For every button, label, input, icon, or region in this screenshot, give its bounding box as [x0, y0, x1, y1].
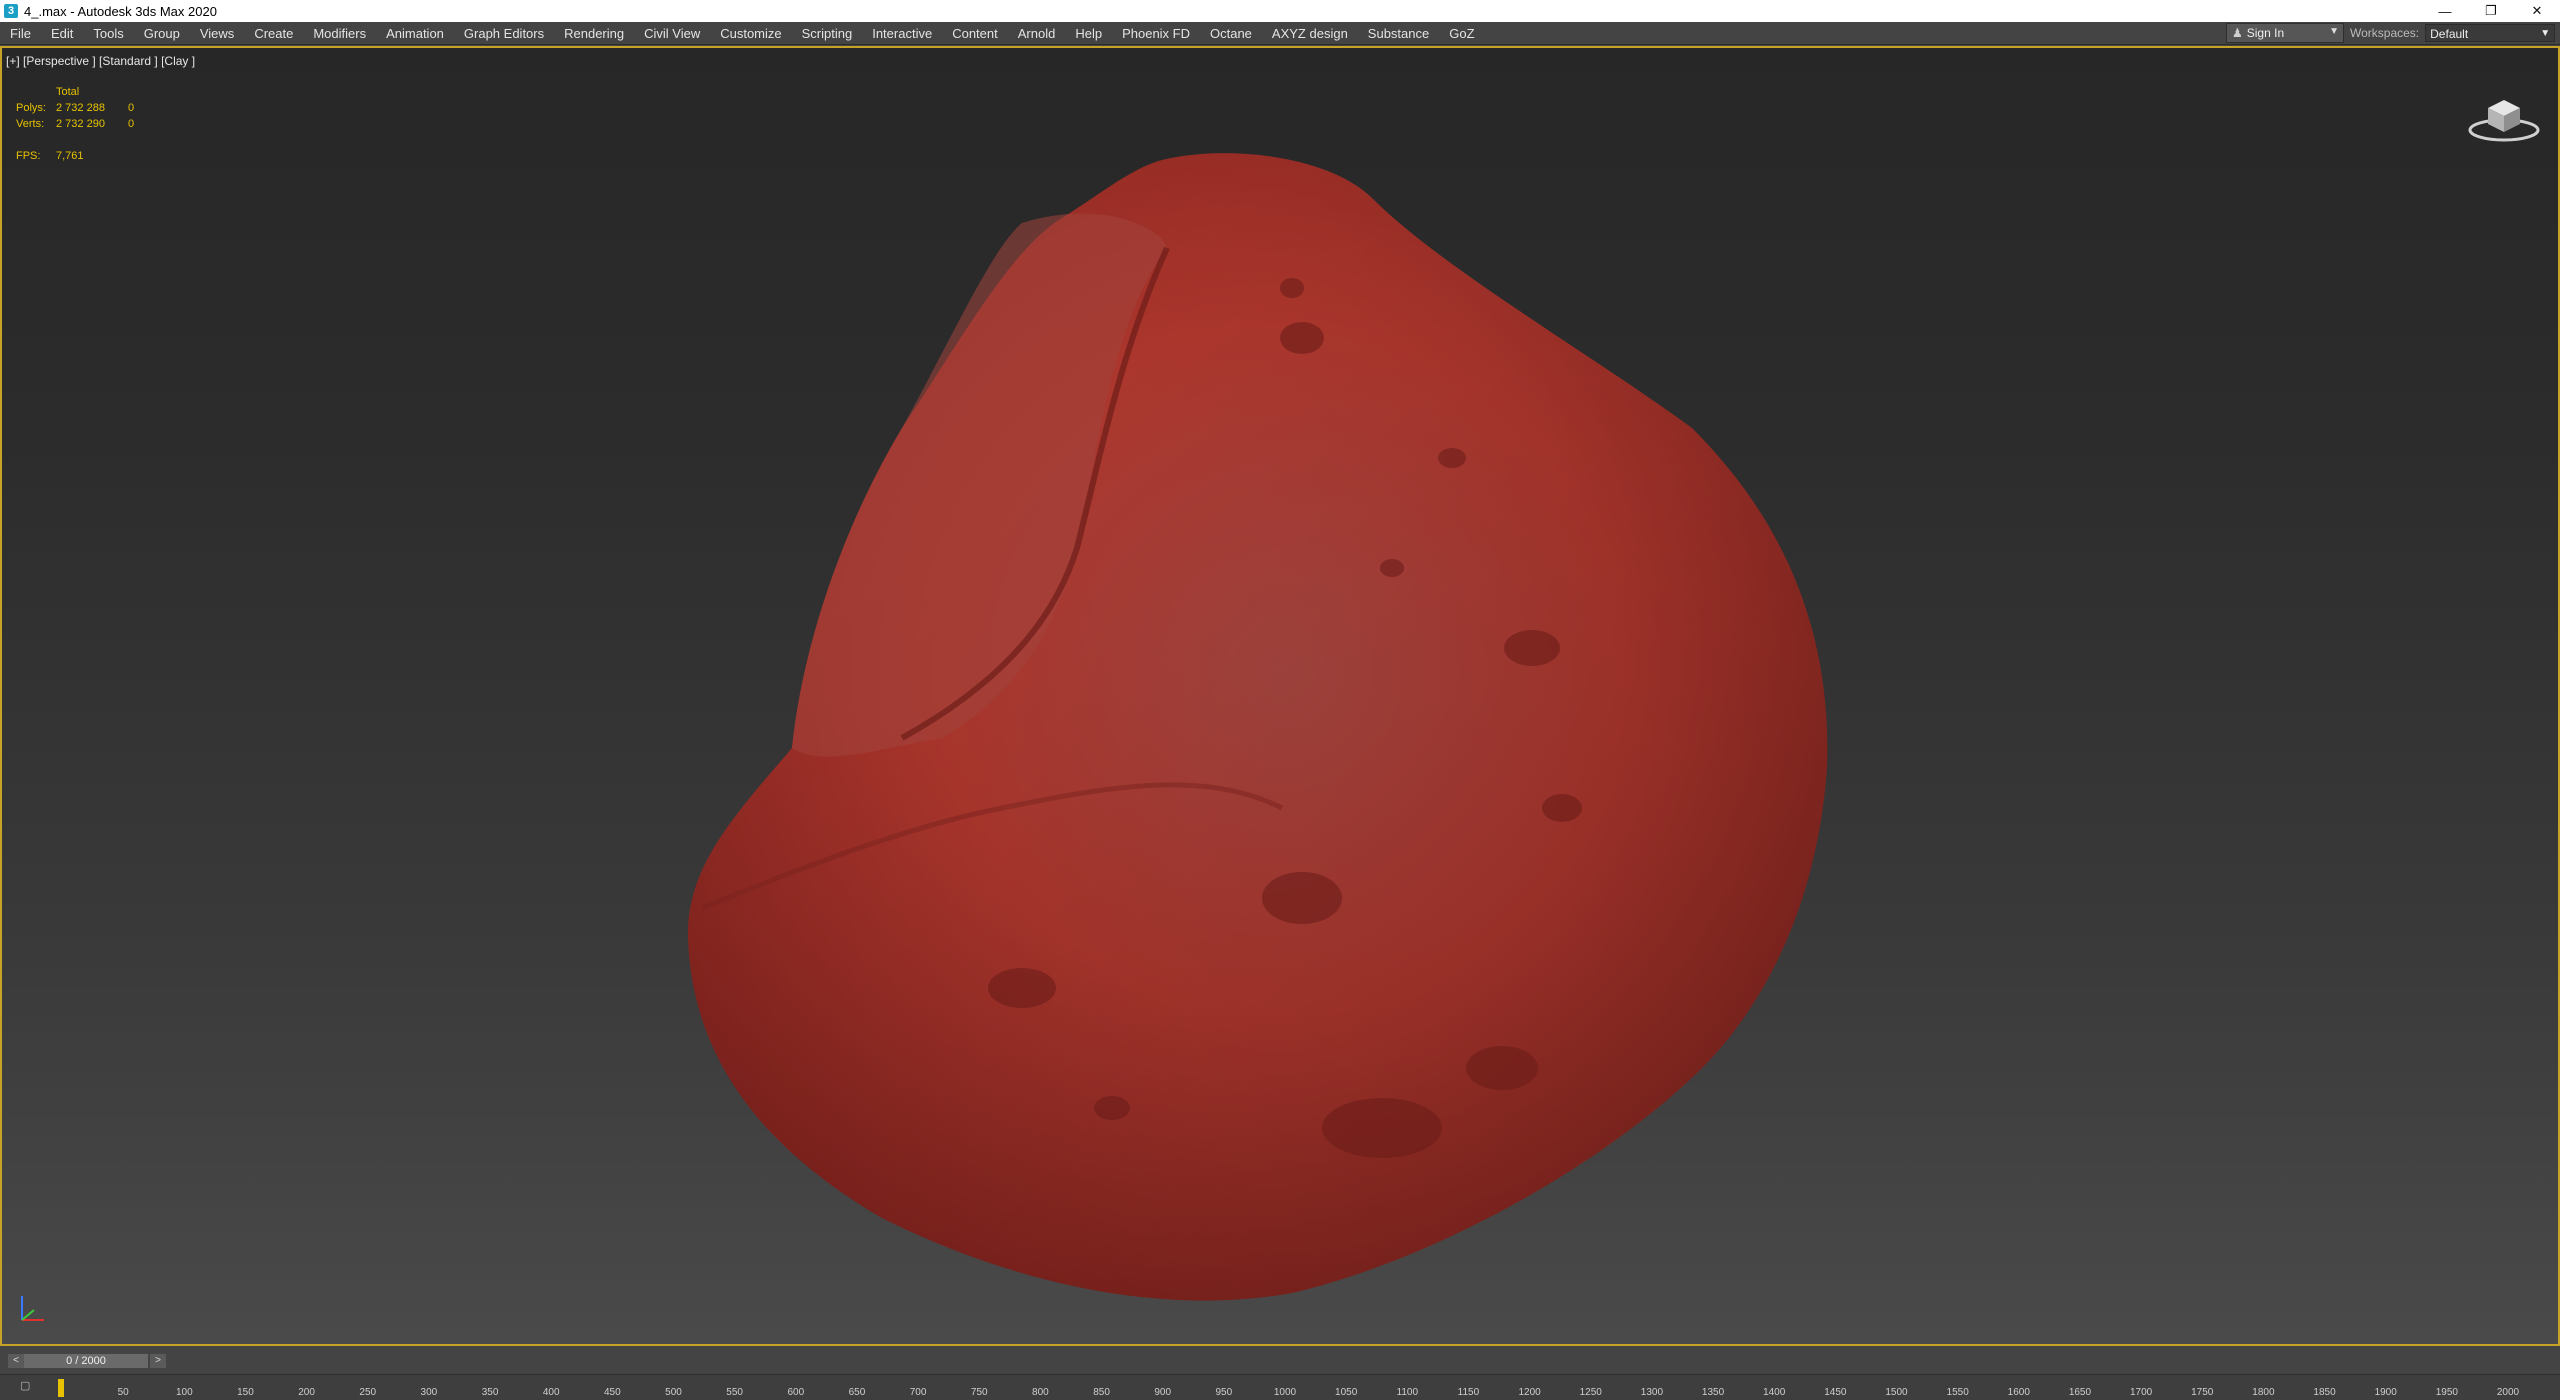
- window-title: 4_.max - Autodesk 3ds Max 2020: [24, 3, 217, 19]
- workspaces-dropdown[interactable]: Default ▼: [2425, 24, 2556, 42]
- frame-tick-label: 500: [665, 1387, 682, 1398]
- menu-civil-view[interactable]: Civil View: [634, 26, 710, 41]
- frame-tick-label: 250: [359, 1387, 377, 1398]
- previous-frame-button[interactable]: <: [8, 1354, 24, 1368]
- frame-tick-label: 1150: [1457, 1387, 1480, 1398]
- perspective-viewport[interactable]: [+] [Perspective ] [Standard ] [Clay ] T…: [0, 46, 2560, 1346]
- close-button[interactable]: ✕: [2514, 0, 2560, 22]
- menu-tools[interactable]: Tools: [83, 26, 133, 41]
- menu-animation[interactable]: Animation: [376, 26, 454, 41]
- frame-tick-label: 2000: [2496, 1387, 2520, 1398]
- menu-substance[interactable]: Substance: [1358, 26, 1439, 41]
- frame-tick-label: 350: [481, 1387, 499, 1398]
- menu-scripting[interactable]: Scripting: [792, 26, 863, 41]
- frame-tick-label: 1900: [2374, 1387, 2397, 1398]
- frame-tick-label: 400: [542, 1387, 560, 1398]
- menu-phoenix-fd[interactable]: Phoenix FD: [1112, 26, 1200, 41]
- frame-tick-label: 1600: [2007, 1387, 2030, 1398]
- workspaces-label: Workspaces:: [2350, 26, 2420, 40]
- frame-tick-label: 1200: [1518, 1387, 1541, 1398]
- frame-tick-label: 1950: [2435, 1387, 2458, 1398]
- frame-tick-label: 100: [175, 1387, 193, 1398]
- time-slider: < 0 / 2000 >: [0, 1346, 2560, 1374]
- menu-interactive[interactable]: Interactive: [862, 26, 942, 41]
- menu-axyz-design[interactable]: AXYZ design: [1262, 26, 1358, 41]
- axis-tripod-icon: [21, 1296, 44, 1321]
- frame-tick-label: 1750: [2191, 1387, 2214, 1398]
- frame-tick-label: 300: [420, 1387, 438, 1398]
- menu-file[interactable]: File: [0, 26, 41, 41]
- frame-tick-label: 1850: [2313, 1387, 2336, 1398]
- frame-tick-label: 650: [848, 1387, 866, 1398]
- menu-edit[interactable]: Edit: [41, 26, 83, 41]
- sign-in-dropdown[interactable]: ♟ Sign In ▼: [2226, 23, 2344, 43]
- app-icon[interactable]: 3: [4, 4, 18, 18]
- menu-group[interactable]: Group: [134, 26, 190, 41]
- menu-views[interactable]: Views: [190, 26, 244, 41]
- frame-tick-label: 1550: [1946, 1387, 1969, 1398]
- frame-tick-label: 1400: [1763, 1387, 1786, 1398]
- current-frame-marker[interactable]: [58, 1379, 64, 1397]
- frame-tick-label: 450: [604, 1387, 621, 1398]
- frame-tick-label: 1700: [2129, 1387, 2153, 1398]
- frame-tick-label: 550: [726, 1387, 743, 1398]
- frame-tick-label: 1450: [1824, 1387, 1847, 1398]
- window-controls: — ❐ ✕: [2422, 0, 2560, 22]
- frame-tick-label: 1300: [1640, 1387, 1664, 1398]
- track-bar[interactable]: ▢ 50 100 150 200 250 300 350 400 450 500 550 600 650…: [0, 1374, 2560, 1400]
- workspaces-selector: Workspaces: Default ▼: [2350, 22, 2556, 44]
- frame-tick-label: 1350: [1701, 1387, 1725, 1398]
- frame-tick-label: 600: [787, 1387, 805, 1398]
- menu-content[interactable]: Content: [942, 26, 1008, 41]
- menu-modifiers[interactable]: Modifiers: [303, 26, 376, 41]
- frame-tick-label: 1650: [2068, 1387, 2092, 1398]
- frame-tick-label: 700: [909, 1387, 927, 1398]
- viewcube-icon[interactable]: [2464, 86, 2544, 146]
- frame-tick-label: 1800: [2252, 1387, 2275, 1398]
- frame-tick-label: 950: [1215, 1387, 1233, 1398]
- restore-button[interactable]: ❐: [2468, 0, 2514, 22]
- sign-in-label: Sign In: [2246, 26, 2285, 40]
- minimize-button[interactable]: —: [2422, 0, 2468, 22]
- chevron-down-icon: ▼: [2329, 26, 2339, 37]
- menu-octane[interactable]: Octane: [1200, 26, 1262, 41]
- frame-tick-label: 800: [1032, 1387, 1049, 1398]
- time-slider-thumb[interactable]: 0 / 2000: [24, 1354, 148, 1368]
- menu-create[interactable]: Create: [244, 26, 303, 41]
- menu-arnold[interactable]: Arnold: [1008, 26, 1066, 41]
- next-frame-button[interactable]: >: [150, 1354, 166, 1368]
- frame-tick-label: 1000: [1273, 1387, 1297, 1398]
- frame-tick-label: 50: [117, 1387, 129, 1398]
- frame-tick-label: 900: [1154, 1387, 1172, 1398]
- title-bar: 3 4_.max - Autodesk 3ds Max 2020 — ❐ ✕: [0, 0, 2560, 22]
- key-filter-icon[interactable]: ▢: [20, 1379, 30, 1392]
- menu-bar: File Edit Tools Group Views Create Modif…: [0, 22, 2560, 45]
- frame-tick-label: 850: [1093, 1387, 1110, 1398]
- frame-tick-label: 750: [970, 1387, 988, 1398]
- menu-graph-editors[interactable]: Graph Editors: [454, 26, 554, 41]
- frame-tick-label: 1050: [1335, 1387, 1358, 1398]
- menu-rendering[interactable]: Rendering: [554, 26, 634, 41]
- workspace-value: Default: [2430, 27, 2469, 41]
- frame-tick-label: 150: [237, 1387, 254, 1398]
- frame-tick-label: 1500: [1885, 1387, 1908, 1398]
- frame-tick-label: 1100: [1396, 1387, 1419, 1398]
- menu-help[interactable]: Help: [1065, 26, 1112, 41]
- user-icon: ♟: [2232, 26, 2243, 40]
- rock-mesh[interactable]: [2, 48, 2558, 1344]
- chevron-down-icon: ▼: [2540, 28, 2551, 39]
- menu-goz[interactable]: GoZ: [1439, 26, 1484, 41]
- menu-customize[interactable]: Customize: [710, 26, 791, 41]
- frame-tick-label: 200: [298, 1387, 315, 1398]
- frame-tick-label: 1250: [1579, 1387, 1602, 1398]
